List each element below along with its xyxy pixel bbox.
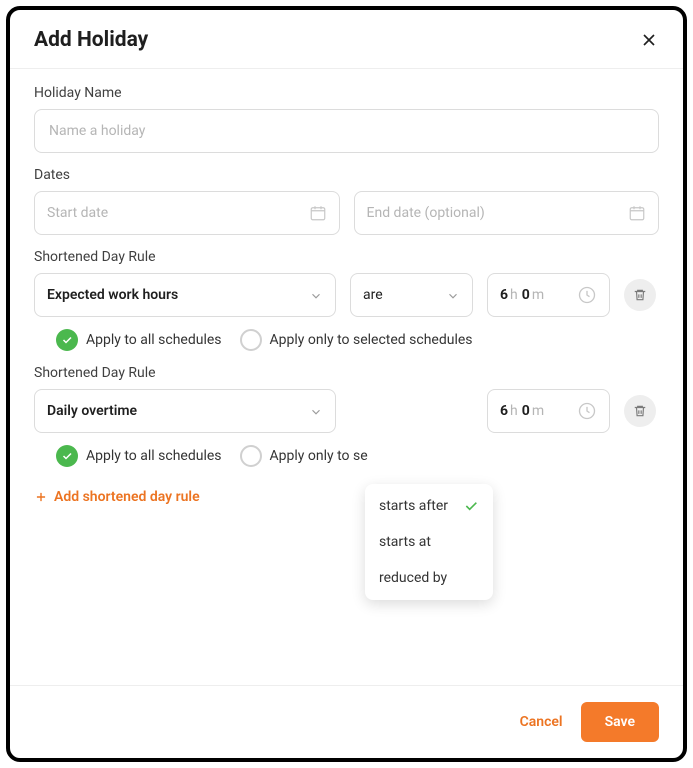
- rule-time-input-1[interactable]: 6 h 0 m: [487, 273, 610, 317]
- hours-value: 6: [500, 287, 508, 303]
- check-icon: [463, 498, 479, 514]
- apply-all-label: Apply to all schedules: [86, 332, 222, 348]
- end-date-input[interactable]: End date (optional): [354, 191, 660, 235]
- holiday-name-input[interactable]: [34, 109, 659, 153]
- chevron-down-icon: [309, 404, 323, 418]
- start-date-placeholder: Start date: [47, 205, 108, 221]
- add-rule-button[interactable]: Add shortened day rule: [34, 489, 659, 505]
- chevron-down-icon: [446, 288, 460, 302]
- calendar-icon: [309, 204, 327, 222]
- add-rule-label: Add shortened day rule: [54, 489, 200, 505]
- dropdown-option-starts-at[interactable]: starts at: [365, 524, 493, 560]
- radio-unchecked-icon: [240, 445, 262, 467]
- radio-checked-icon: [56, 445, 78, 467]
- start-date-input[interactable]: Start date: [34, 191, 340, 235]
- cancel-button[interactable]: Cancel: [520, 714, 563, 730]
- chevron-down-icon: [309, 288, 323, 302]
- dropdown-option-label: reduced by: [379, 570, 447, 586]
- apply-all-radio-1[interactable]: Apply to all schedules: [56, 329, 222, 351]
- hours-unit: h: [510, 403, 518, 419]
- rule-type-select-1[interactable]: Expected work hours: [34, 273, 336, 317]
- modal-title: Add Holiday: [34, 28, 148, 52]
- clock-icon: [577, 401, 597, 421]
- radio-checked-icon: [56, 329, 78, 351]
- minutes-unit: m: [532, 403, 544, 419]
- rule-condition-select-1[interactable]: are: [350, 273, 473, 317]
- rule-label-2: Shortened Day Rule: [34, 365, 659, 381]
- rule-condition-value: are: [363, 287, 383, 303]
- apply-selected-label: Apply only to se: [270, 448, 368, 464]
- apply-selected-radio-2[interactable]: Apply only to se: [240, 445, 368, 467]
- minutes-unit: m: [532, 287, 544, 303]
- plus-icon: [34, 490, 48, 504]
- dropdown-option-label: starts after: [379, 498, 448, 514]
- condition-dropdown: starts after starts at reduced by: [365, 484, 493, 600]
- rule-type-value: Daily overtime: [47, 403, 137, 419]
- rule-type-value: Expected work hours: [47, 287, 178, 303]
- rule-type-select-2[interactable]: Daily overtime: [34, 389, 336, 433]
- delete-rule-button-2[interactable]: [624, 395, 656, 427]
- close-icon: [639, 30, 659, 50]
- dates-label: Dates: [34, 167, 659, 183]
- rule-time-input-2[interactable]: 6 h 0 m: [487, 389, 610, 433]
- dropdown-option-reduced-by[interactable]: reduced by: [365, 560, 493, 596]
- trash-icon: [633, 404, 647, 418]
- clock-icon: [577, 285, 597, 305]
- hours-unit: h: [510, 287, 518, 303]
- dropdown-option-label: starts at: [379, 534, 431, 550]
- calendar-icon: [628, 204, 646, 222]
- minutes-value: 0: [522, 287, 530, 303]
- apply-selected-label: Apply only to selected schedules: [270, 332, 473, 348]
- close-button[interactable]: [639, 30, 659, 50]
- apply-all-label: Apply to all schedules: [86, 448, 222, 464]
- end-date-placeholder: End date (optional): [367, 205, 485, 221]
- trash-icon: [633, 288, 647, 302]
- delete-rule-button-1[interactable]: [624, 279, 656, 311]
- save-button[interactable]: Save: [581, 702, 659, 742]
- hours-value: 6: [500, 403, 508, 419]
- apply-selected-radio-1[interactable]: Apply only to selected schedules: [240, 329, 473, 351]
- minutes-value: 0: [522, 403, 530, 419]
- rule-label-1: Shortened Day Rule: [34, 249, 659, 265]
- holiday-name-label: Holiday Name: [34, 85, 659, 101]
- radio-unchecked-icon: [240, 329, 262, 351]
- apply-all-radio-2[interactable]: Apply to all schedules: [56, 445, 222, 467]
- dropdown-option-starts-after[interactable]: starts after: [365, 488, 493, 524]
